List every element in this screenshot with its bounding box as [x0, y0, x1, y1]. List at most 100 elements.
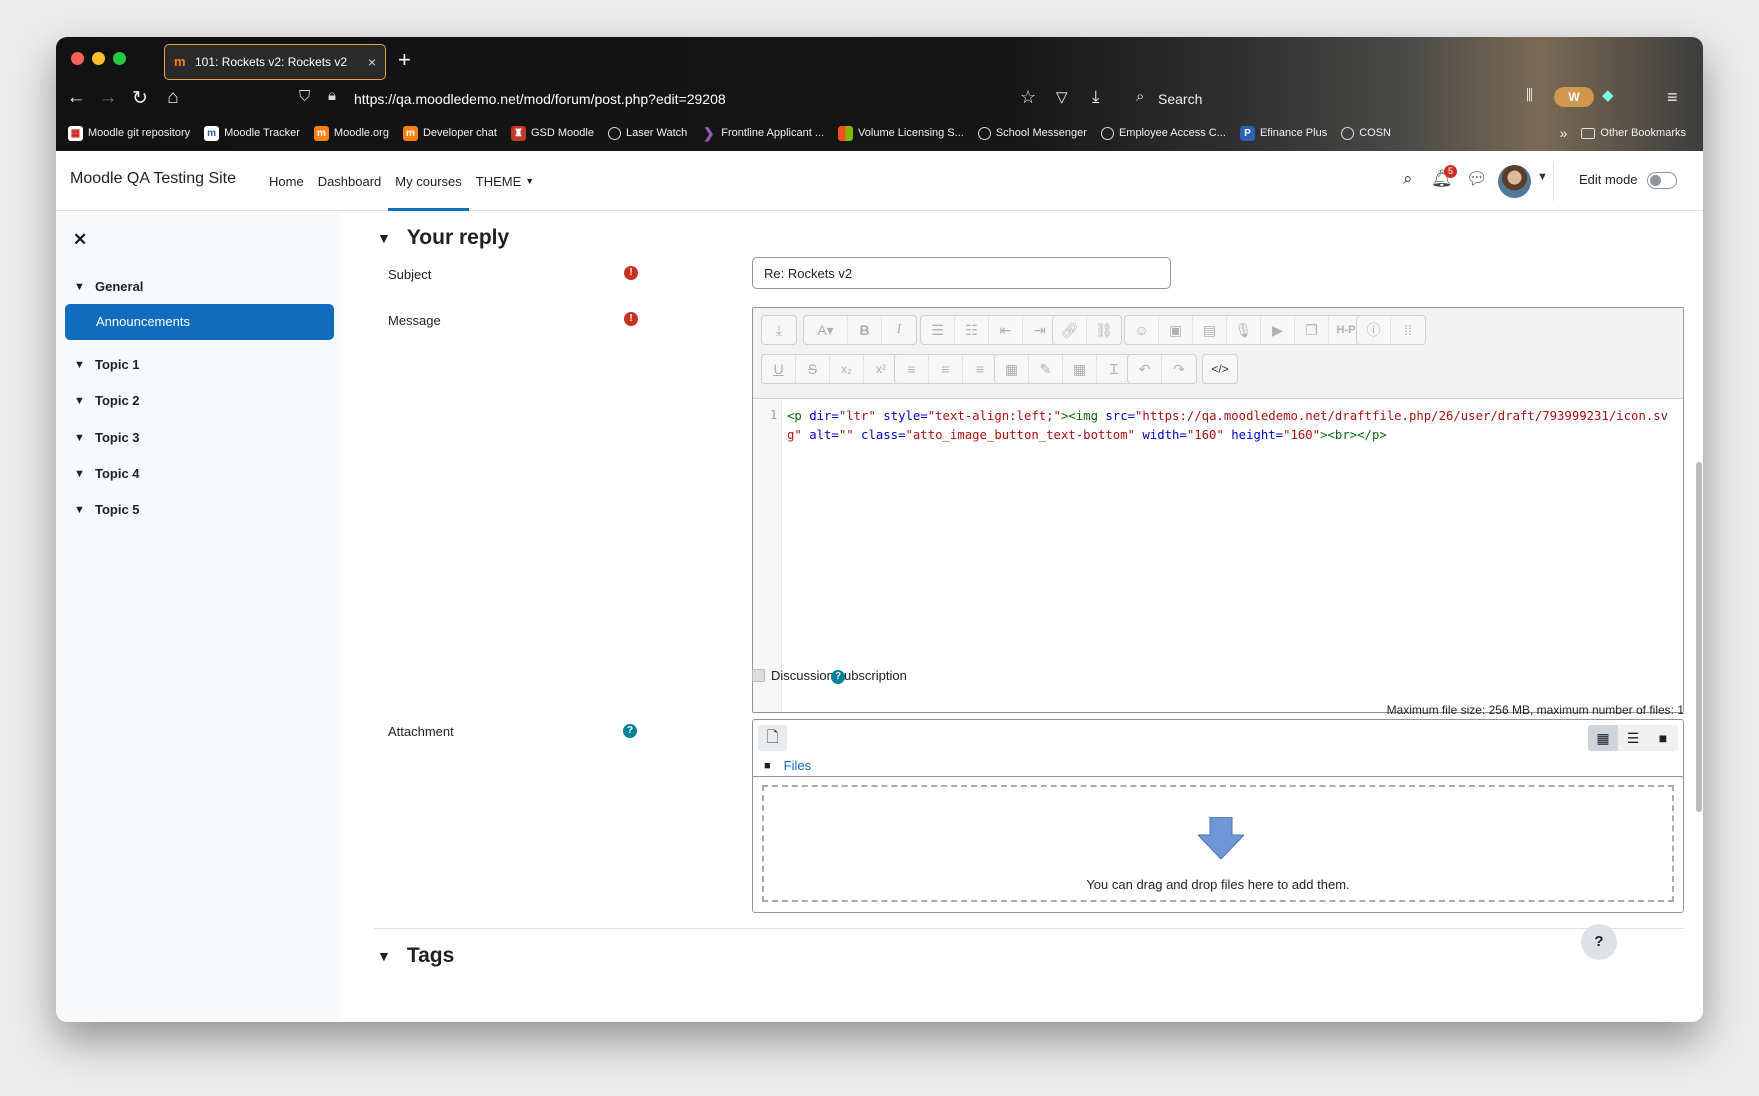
minimize-window-button[interactable] — [92, 52, 105, 65]
ordered-list-icon[interactable]: ☷ — [955, 316, 989, 344]
reload-icon[interactable]: ↻ — [128, 87, 152, 110]
manage-files-icon[interactable]: ❐ — [1295, 316, 1329, 344]
add-file-icon[interactable]: 🗋︎ — [758, 725, 787, 751]
bookmark-item[interactable]: Volume Licensing S... — [838, 125, 964, 141]
library-icon[interactable]: ⫼ — [1526, 87, 1533, 104]
tracking-shield-icon[interactable]: ⛉ — [299, 88, 310, 105]
search-icon[interactable]: ⌕ — [1403, 169, 1413, 189]
course-index-section-topic[interactable]: ▼ Topic 5 — [74, 502, 140, 517]
screenreader-helper-icon[interactable]: ⁞⁞ — [1391, 316, 1425, 344]
collapse-toolbar-icon[interactable]: ⤓ — [762, 316, 796, 344]
bookmark-item[interactable]: P Efinance Plus — [1239, 125, 1327, 141]
strikethrough-icon[interactable]: S — [796, 355, 830, 383]
other-bookmarks[interactable]: Other Bookmarks — [1581, 127, 1686, 139]
course-index-item-announcements[interactable]: Announcements — [65, 304, 334, 340]
back-icon[interactable]: ← — [64, 87, 88, 109]
lock-icon[interactable]: 🔒︎ — [328, 87, 336, 104]
hamburger-menu-icon[interactable]: ≡ — [1667, 87, 1678, 108]
course-index-section-topic[interactable]: ▼ Topic 4 — [74, 466, 140, 481]
bookmark-item[interactable]: Laser Watch — [607, 126, 687, 140]
bookmark-item[interactable]: School Messenger — [977, 126, 1087, 140]
download-icon[interactable]: ⤓ — [1092, 87, 1100, 107]
home-icon[interactable]: ⌂ — [161, 87, 185, 109]
undo-icon[interactable]: ↶ — [1128, 355, 1162, 383]
edit-mode-toggle[interactable] — [1647, 172, 1677, 189]
bookmark-item[interactable]: m Moodle.org — [313, 125, 389, 141]
page-scrollbar[interactable] — [1696, 462, 1702, 812]
nav-theme[interactable]: THEME ▼ — [469, 151, 541, 211]
outdent-icon[interactable]: ⇤ — [989, 316, 1023, 344]
course-index-section-topic[interactable]: ▼ Topic 1 — [74, 357, 140, 372]
html-source-editor[interactable]: 1 <p dir="ltr" style="text-align:left;">… — [753, 400, 1683, 712]
bookmark-item[interactable]: ❯ Frontline Applicant ... — [701, 125, 824, 141]
bookmark-item[interactable]: ▦ Moodle git repository — [68, 125, 190, 141]
more-bookmarks-icon[interactable]: » — [1560, 125, 1568, 141]
tab-close-icon[interactable]: × — [368, 54, 376, 70]
paragraph-style-icon[interactable]: A▾ — [804, 316, 848, 344]
align-center-icon[interactable]: ≡ — [929, 355, 963, 383]
subscript-icon[interactable]: x₂ — [830, 355, 864, 383]
nav-home[interactable]: Home — [262, 151, 311, 211]
pocket-icon[interactable]: ▽ — [1056, 88, 1068, 106]
subject-input[interactable] — [752, 257, 1171, 289]
site-name[interactable]: Moodle QA Testing Site — [70, 170, 236, 188]
help-icon[interactable]: ? — [623, 724, 637, 738]
tags-section-header[interactable]: ▼ Tags — [377, 944, 454, 968]
superscript-icon[interactable]: x² — [864, 355, 898, 383]
align-right-icon[interactable]: ≡ — [963, 355, 997, 383]
close-window-button[interactable] — [71, 52, 84, 65]
browser-search-box[interactable]: Search — [1158, 91, 1202, 107]
course-index-section-topic[interactable]: ▼ Topic 2 — [74, 393, 140, 408]
file-drop-zone[interactable]: You can drag and drop files here to add … — [762, 785, 1674, 902]
bold-icon[interactable]: B — [848, 316, 882, 344]
bookmark-item[interactable]: m Moodle Tracker — [204, 125, 300, 141]
extension-shield-icon[interactable]: ◆ — [1602, 86, 1614, 104]
bookmark-item[interactable]: m Developer chat — [402, 125, 497, 141]
emoji-icon[interactable]: ☺ — [1125, 316, 1159, 344]
underline-icon[interactable]: U — [762, 355, 796, 383]
bookmark-item[interactable]: ♜ GSD Moodle — [510, 125, 594, 141]
unordered-list-icon[interactable]: ☰ — [921, 316, 955, 344]
files-link[interactable]: Files — [784, 758, 811, 773]
maximize-window-button[interactable] — [113, 52, 126, 65]
special-character-icon[interactable]: ✎ — [1029, 355, 1063, 383]
equation-icon[interactable]: ▦ — [995, 355, 1029, 383]
bookmark-item[interactable]: COSN — [1341, 126, 1391, 140]
clear-formatting-icon[interactable]: Ɪ — [1097, 355, 1131, 383]
bookmark-star-icon[interactable]: ☆ — [1020, 87, 1036, 108]
messages-icon[interactable]: 💬︎ — [1466, 169, 1488, 189]
nav-dashboard[interactable]: Dashboard — [311, 151, 389, 211]
record-audio-icon[interactable]: 🎙︎ — [1227, 316, 1261, 344]
redo-icon[interactable]: ↷ — [1162, 355, 1196, 383]
avatar[interactable] — [1498, 165, 1531, 198]
italic-icon[interactable]: I — [882, 316, 916, 344]
extension-icon[interactable]: W — [1554, 87, 1594, 107]
align-left-icon[interactable]: ≡ — [895, 355, 929, 383]
record-video-icon[interactable]: ▶ — [1261, 316, 1295, 344]
html-source-code[interactable]: <p dir="ltr" style="text-align:left;"><i… — [787, 407, 1677, 445]
help-icon[interactable]: ? — [831, 670, 845, 684]
discussion-subscription-checkbox[interactable] — [752, 669, 765, 682]
course-index-section-topic[interactable]: ▼ Topic 3 — [74, 430, 140, 445]
image-icon[interactable]: ▣ — [1159, 316, 1193, 344]
url-bar[interactable]: https://qa.moodledemo.net/mod/forum/post… — [354, 91, 726, 107]
close-icon[interactable]: ✕ — [73, 230, 87, 250]
new-tab-button[interactable]: + — [398, 47, 411, 73]
course-index-section-general[interactable]: ▼ General — [74, 279, 143, 294]
list-view-icon[interactable]: ☰ — [1618, 725, 1648, 751]
tree-view-icon[interactable]: ■ — [1648, 725, 1678, 751]
unlink-icon[interactable]: ⛓ — [1087, 316, 1121, 344]
forward-icon[interactable]: → — [96, 87, 120, 109]
nav-my-courses[interactable]: My courses — [388, 151, 470, 211]
media-icon[interactable]: ▤ — [1193, 316, 1227, 344]
your-reply-section-header[interactable]: ▼ Your reply — [377, 226, 509, 250]
chevron-down-icon[interactable]: ▼ — [1537, 171, 1548, 183]
search-icon[interactable]: ⌕ — [1136, 88, 1144, 105]
grid-view-icon[interactable]: ▦ — [1588, 725, 1618, 751]
help-button[interactable]: ? — [1581, 924, 1617, 960]
bookmark-item[interactable]: Employee Access C... — [1100, 126, 1226, 140]
link-icon[interactable]: 🔗︎ — [1053, 316, 1087, 344]
table-icon[interactable]: ▦ — [1063, 355, 1097, 383]
browser-tab[interactable]: m 101: Rockets v2: Rockets v2 × — [164, 44, 386, 80]
accessibility-checker-icon[interactable]: ⓘ — [1357, 316, 1391, 344]
